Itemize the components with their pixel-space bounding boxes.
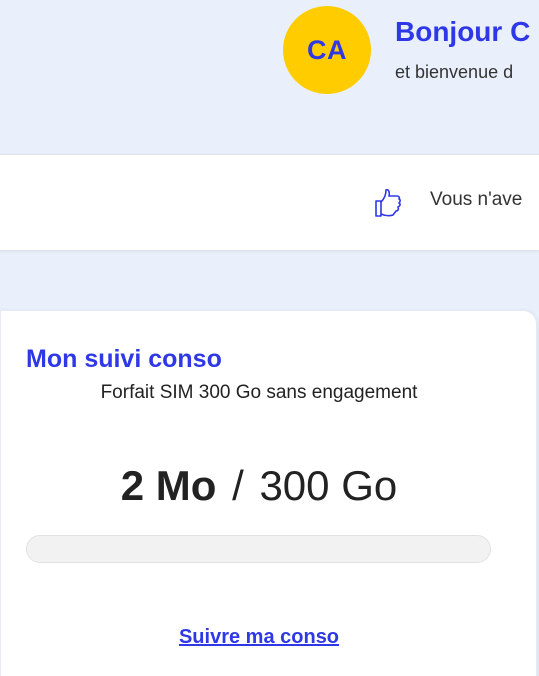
thumbs-up-icon	[375, 188, 401, 217]
banner-message: Vous n'ave	[430, 189, 523, 210]
plan-name: Forfait SIM 300 Go sans engagement	[100, 382, 418, 403]
usage-used: 2 Mo	[120, 462, 217, 509]
avatar-initials: CA	[307, 34, 347, 65]
greeting-title: Bonjour C	[395, 16, 531, 47]
follow-consumption-link[interactable]: Suivre ma conso	[0, 626, 518, 649]
page: CA Bonjour C et bienvenue d Vous n'ave M…	[0, 0, 539, 676]
usage-progress-bar	[26, 535, 491, 563]
usage-separator: /	[232, 462, 244, 509]
card-title: Mon suivi conso	[26, 345, 222, 373]
avatar[interactable]: CA	[283, 6, 371, 94]
greeting-subtitle: et bienvenue d	[395, 62, 514, 82]
usage-total: 300 Go	[259, 462, 398, 509]
usage-summary: 2 Mo / 300 Go	[0, 462, 518, 510]
